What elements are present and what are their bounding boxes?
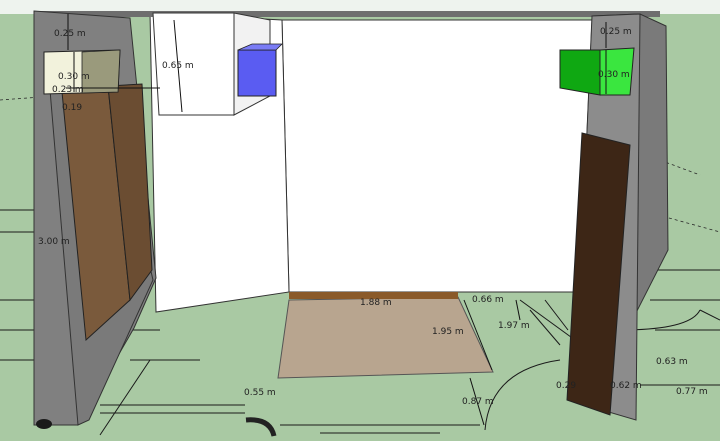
dim-left-wall-height: 3.00 m bbox=[38, 237, 70, 247]
dim-top-left-gap: 0.25 m bbox=[54, 29, 86, 39]
dim-left-small: 0.19 bbox=[62, 103, 82, 113]
blue-box bbox=[237, 49, 277, 97]
dim-floor-depth: 1.95 m bbox=[432, 327, 464, 337]
dim-right-small-d: 0.29 bbox=[556, 381, 576, 391]
floor-area bbox=[277, 296, 494, 379]
dim-left-box-height: 0.30 m bbox=[58, 72, 90, 82]
dim-front-depth: 0.87 m bbox=[462, 397, 494, 407]
dim-front-offset: 0.55 m bbox=[244, 388, 276, 398]
dim-right-small-b: 0.77 m bbox=[676, 387, 708, 397]
back-wall bbox=[281, 19, 593, 293]
ground-marker bbox=[36, 419, 52, 429]
dim-right-small-c: 0.62 m bbox=[610, 381, 642, 391]
dim-right-small-a: 0.63 m bbox=[656, 357, 688, 367]
top-beam bbox=[34, 11, 660, 17]
dim-right-box-height: 0.30 m bbox=[598, 70, 630, 80]
dim-side-gap: 0.66 m bbox=[472, 295, 504, 305]
dim-right-depth: 1.97 m bbox=[498, 321, 530, 331]
scene-canvas: 0.25 m 0.30 m 0.23 m 0.19 0.65 m 0.25 m … bbox=[0, 0, 720, 441]
dim-upper-box-height: 0.65 m bbox=[162, 61, 194, 71]
dim-floor-width: 1.88 m bbox=[360, 298, 392, 308]
dim-left-box-offset: 0.23 m bbox=[52, 85, 84, 95]
dim-right-box-top: 0.25 m bbox=[600, 27, 632, 37]
green-box-front bbox=[559, 49, 601, 96]
